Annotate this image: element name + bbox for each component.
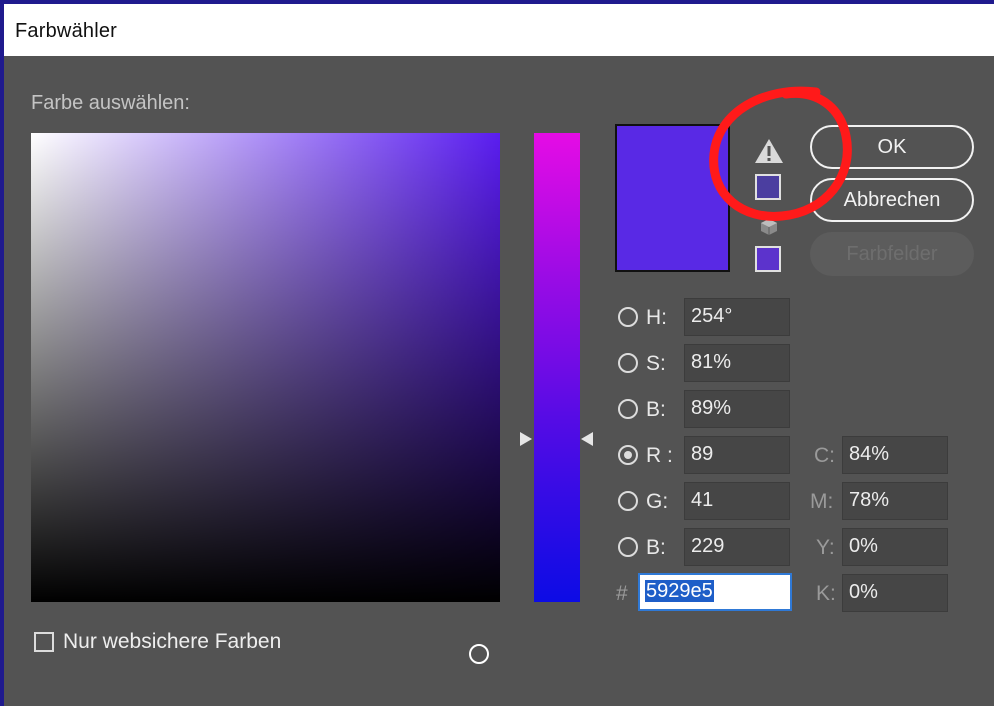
title-bar: Farbwähler [4,4,994,56]
radio-brightness[interactable] [618,399,638,419]
saturation-label: S: [646,352,666,375]
websafe-swatch[interactable] [755,246,781,272]
hue-input[interactable]: 254° [684,298,790,336]
green-input[interactable]: 41 [684,482,790,520]
radio-green[interactable] [618,491,638,511]
hex-value: 5929e5 [645,580,714,602]
hex-prefix: # [616,582,628,605]
radio-saturation[interactable] [618,353,638,373]
magenta-label: M: [810,490,834,513]
black-label: K: [816,582,836,605]
hex-input[interactable]: 5929e5 [638,573,792,611]
red-annotation-circle [709,86,852,221]
magenta-input[interactable]: 78% [842,482,948,520]
red-input[interactable]: 89 [684,436,790,474]
cyan-label: C: [814,444,835,467]
black-input[interactable]: 0% [842,574,948,612]
brightness-label: B: [646,398,666,421]
color-field-cursor[interactable] [469,644,489,664]
radio-hue[interactable] [618,307,638,327]
blue-input[interactable]: 229 [684,528,790,566]
yellow-label: Y: [816,536,835,559]
hue-label: H: [646,306,667,329]
red-label: R : [646,444,673,467]
saturation-input[interactable]: 81% [684,344,790,382]
radio-red[interactable] [618,445,638,465]
color-picker-dialog: Farbwähler Farbe auswählen: OK Abbrechen… [4,4,994,706]
websafe-label: Nur websichere Farben [63,630,282,653]
saturation-brightness-field[interactable] [31,133,500,664]
cyan-input[interactable]: 84% [842,436,948,474]
window-title: Farbwähler [15,20,118,42]
radio-blue[interactable] [618,537,638,557]
hue-slider[interactable] [534,133,580,602]
brightness-input[interactable]: 89% [684,390,790,428]
swatches-button[interactable]: Farbfelder [810,232,974,276]
yellow-input[interactable]: 0% [842,528,948,566]
blue-label: B: [646,536,666,559]
hue-slider-handle-left[interactable] [520,432,532,446]
hue-slider-handle-right[interactable] [581,432,593,446]
websafe-checkbox[interactable] [34,632,54,652]
green-label: G: [646,490,669,513]
select-color-label: Farbe auswählen: [31,92,190,114]
